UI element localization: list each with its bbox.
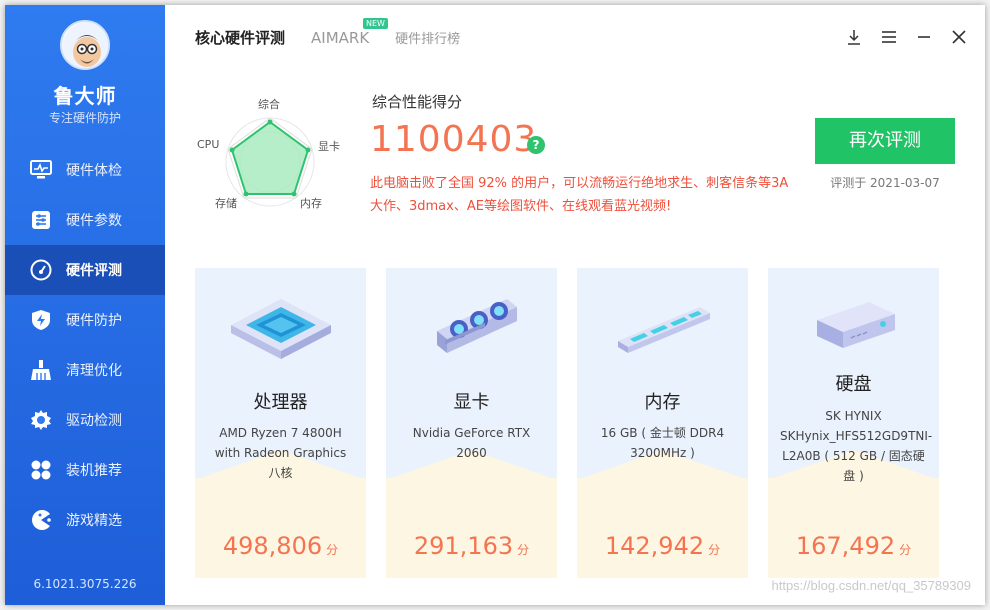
window-controls [829,27,969,47]
radar-chart: 综合 显卡 内存 存储 CPU [195,90,345,225]
memory-card[interactable]: 内存 16 GB ( 金士顿 DDR4 3200MHz ) 142,942 分 [577,268,748,578]
card-score: 291,163 分 [413,532,530,560]
close-icon [952,30,966,44]
minimize-icon [918,36,930,38]
sidebar-item-driver-check[interactable]: 驱动检测 [5,395,165,445]
cpu-card[interactable]: 处理器 AMD Ryzen 7 4800H with Radeon Graphi… [195,268,366,578]
watermark: https://blog.csdn.net/qq_35789309 [771,578,972,593]
card-detail: AMD Ryzen 7 4800H with Radeon Graphics 八… [214,426,347,480]
menu-button[interactable] [879,27,899,47]
overall-score: 1100403 [370,119,538,160]
card-title: 处理器 [253,392,308,413]
card-detail: Nvidia GeForce RTX 2060 [412,426,531,460]
test-date: 评测于 2021-03-07 [830,176,940,190]
tab-aimark[interactable]: AIMARK NEW [311,17,388,47]
sidebar-item-label: 硬件防护 [66,313,122,329]
hard-disk-icon [768,282,939,372]
brand-name: 鲁大师 [53,84,117,108]
sidebar-item-hardware-benchmark[interactable]: 硬件评测 [5,245,165,295]
score-description: 此电脑击败了全国 92% 的用户，可以流畅运行绝地求生、刺客信条等3A大作、3d… [370,176,789,214]
sidebar-item-label: 硬件参数 [66,213,122,229]
sidebar-item-label: 游戏精选 [66,513,122,529]
new-badge: NEW [363,17,388,29]
card-detail: SK HYNIX SKHynix_HFS512GD9TNI-L2A0B ( 51… [780,409,933,483]
disk-card[interactable]: 硬盘 SK HYNIX SKHynix_HFS512GD9TNI-L2A0B (… [768,268,939,578]
version-label: 6.1021.3075.226 [33,577,137,591]
sidebar-item-game-picks[interactable]: 游戏精选 [5,495,165,545]
card-score: 142,942 分 [604,532,721,560]
gpu-card[interactable]: 显卡 Nvidia GeForce RTX 2060 291,163 分 [386,268,557,578]
sidebar-item-hardware-params[interactable]: 硬件参数 [5,195,165,245]
brand-subtitle: 专注硬件防护 [48,111,121,125]
help-icon[interactable]: ? [527,136,545,154]
shield-bolt-icon [30,309,52,331]
score-title: 综合性能得分 [372,93,463,111]
avatar [60,20,110,70]
radar-label-cpu: CPU [197,138,220,151]
card-title: 显卡 [453,392,490,413]
sidebar-item-hardware-protection[interactable]: 硬件防护 [5,295,165,345]
gear-icon [30,409,52,431]
sidebar-item-label: 硬件评测 [66,263,122,279]
close-button[interactable] [949,27,969,47]
sidebar-item-build-recommend[interactable]: 装机推荐 [5,445,165,495]
sidebar-item-label: 硬件体检 [66,163,122,179]
sidebar: 鲁大师 专注硬件防护 硬件体检 硬件参数 硬件评测 硬件防护 清理优化 驱动检测… [5,5,165,605]
sidebar-item-label: 清理优化 [66,363,122,379]
card-title: 硬盘 [835,374,872,395]
radar-label-storage: 存储 [215,197,237,210]
download-button[interactable] [844,27,864,47]
card-detail: 16 GB ( 金士顿 DDR4 3200MHz ) [600,426,725,460]
pacman-icon [30,509,52,531]
tab-label: AIMARK [311,28,370,47]
retest-button[interactable]: 再次评测 [815,118,955,164]
grid-icon [30,459,52,481]
monitor-icon [30,159,52,181]
sidebar-item-label: 装机推荐 [66,463,122,479]
card-title: 内存 [644,392,681,413]
card-score: 498,806 分 [222,532,339,560]
radar-label-memory: 内存 [300,197,322,210]
speedometer-icon [30,259,52,281]
graphics-card-icon [386,286,557,376]
memory-stick-icon [577,286,748,376]
sliders-icon [30,209,52,231]
sidebar-item-hardware-check[interactable]: 硬件体检 [5,145,165,195]
radar-label-gpu: 显卡 [318,140,340,153]
cpu-chip-icon [195,286,366,376]
card-score: 167,492 分 [795,532,912,560]
sidebar-nav: 硬件体检 硬件参数 硬件评测 硬件防护 清理优化 驱动检测 装机推荐 游戏精选 [5,145,165,545]
radar-label-overall: 综合 [258,98,280,111]
header-tabs: 核心硬件评测 AIMARK NEW 硬件排行榜 [195,17,486,48]
app-window: 鲁大师 专注硬件防护 硬件体检 硬件参数 硬件评测 硬件防护 清理优化 驱动检测… [5,5,985,605]
menu-icon [882,31,896,43]
tab-hardware-ranking[interactable]: 硬件排行榜 [395,28,460,47]
sidebar-item-cleanup[interactable]: 清理优化 [5,345,165,395]
download-icon [848,30,860,45]
broom-icon [30,359,52,381]
minimize-button[interactable] [914,27,934,47]
sidebar-item-label: 驱动检测 [66,413,122,429]
desktop-background: 鲁大师 专注硬件防护 硬件体检 硬件参数 硬件评测 硬件防护 清理优化 驱动检测… [0,0,990,610]
tab-core-benchmark[interactable]: 核心硬件评测 [195,27,285,48]
